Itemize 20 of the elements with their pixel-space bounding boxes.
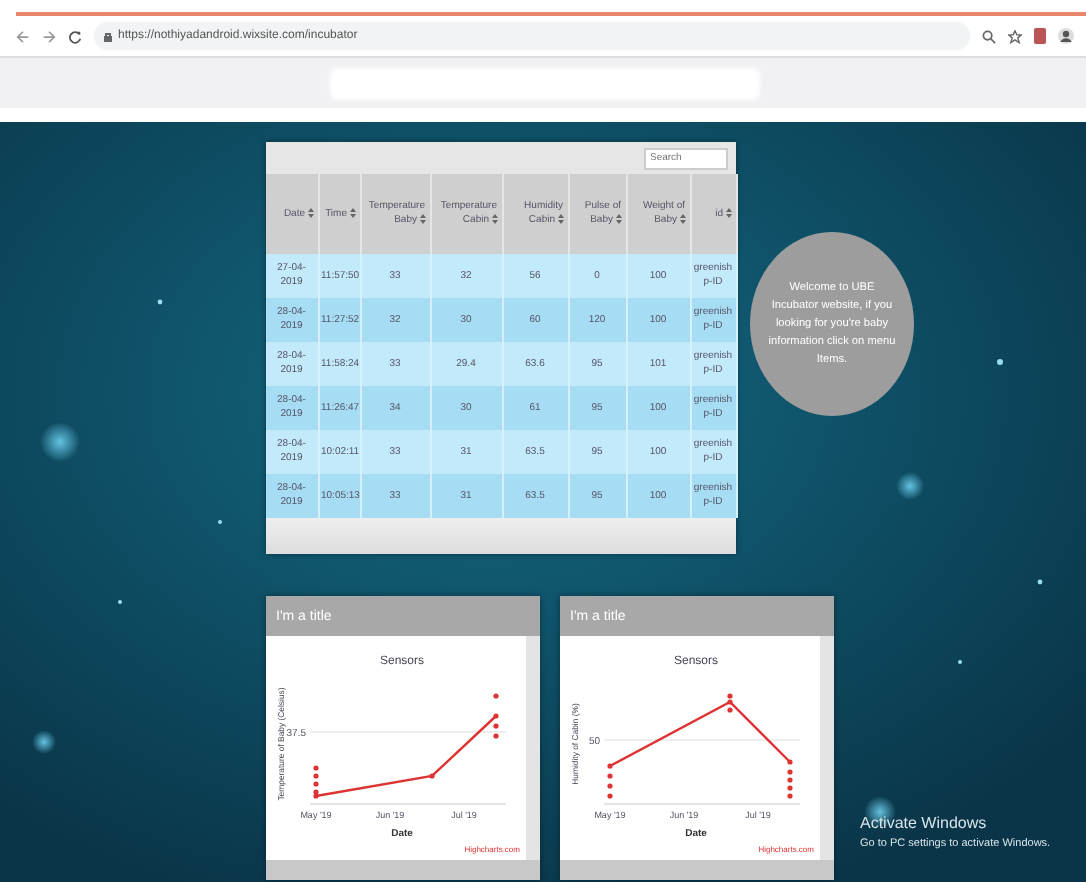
zoom-icon[interactable] xyxy=(982,29,996,43)
sort-icon[interactable] xyxy=(615,214,621,225)
reload-icon[interactable] xyxy=(68,29,82,43)
sort-icon[interactable] xyxy=(557,214,563,225)
sort-icon[interactable] xyxy=(725,207,731,218)
scrollbar[interactable] xyxy=(266,860,540,880)
back-icon[interactable] xyxy=(16,29,30,43)
avatar-icon[interactable] xyxy=(1058,28,1074,44)
scrollbar[interactable] xyxy=(820,636,834,860)
sort-icon[interactable] xyxy=(349,207,355,218)
lock-icon xyxy=(104,31,112,41)
watermark-title: Activate Windows xyxy=(860,812,989,834)
scrollbar[interactable] xyxy=(560,860,834,880)
sort-icon[interactable] xyxy=(679,214,685,225)
forward-icon[interactable] xyxy=(42,29,56,43)
scrollbar[interactable] xyxy=(526,636,540,860)
sort-icon[interactable] xyxy=(491,214,497,225)
sort-icon[interactable] xyxy=(307,207,313,218)
star-icon[interactable] xyxy=(1008,29,1022,43)
sort-icon[interactable] xyxy=(419,214,425,225)
